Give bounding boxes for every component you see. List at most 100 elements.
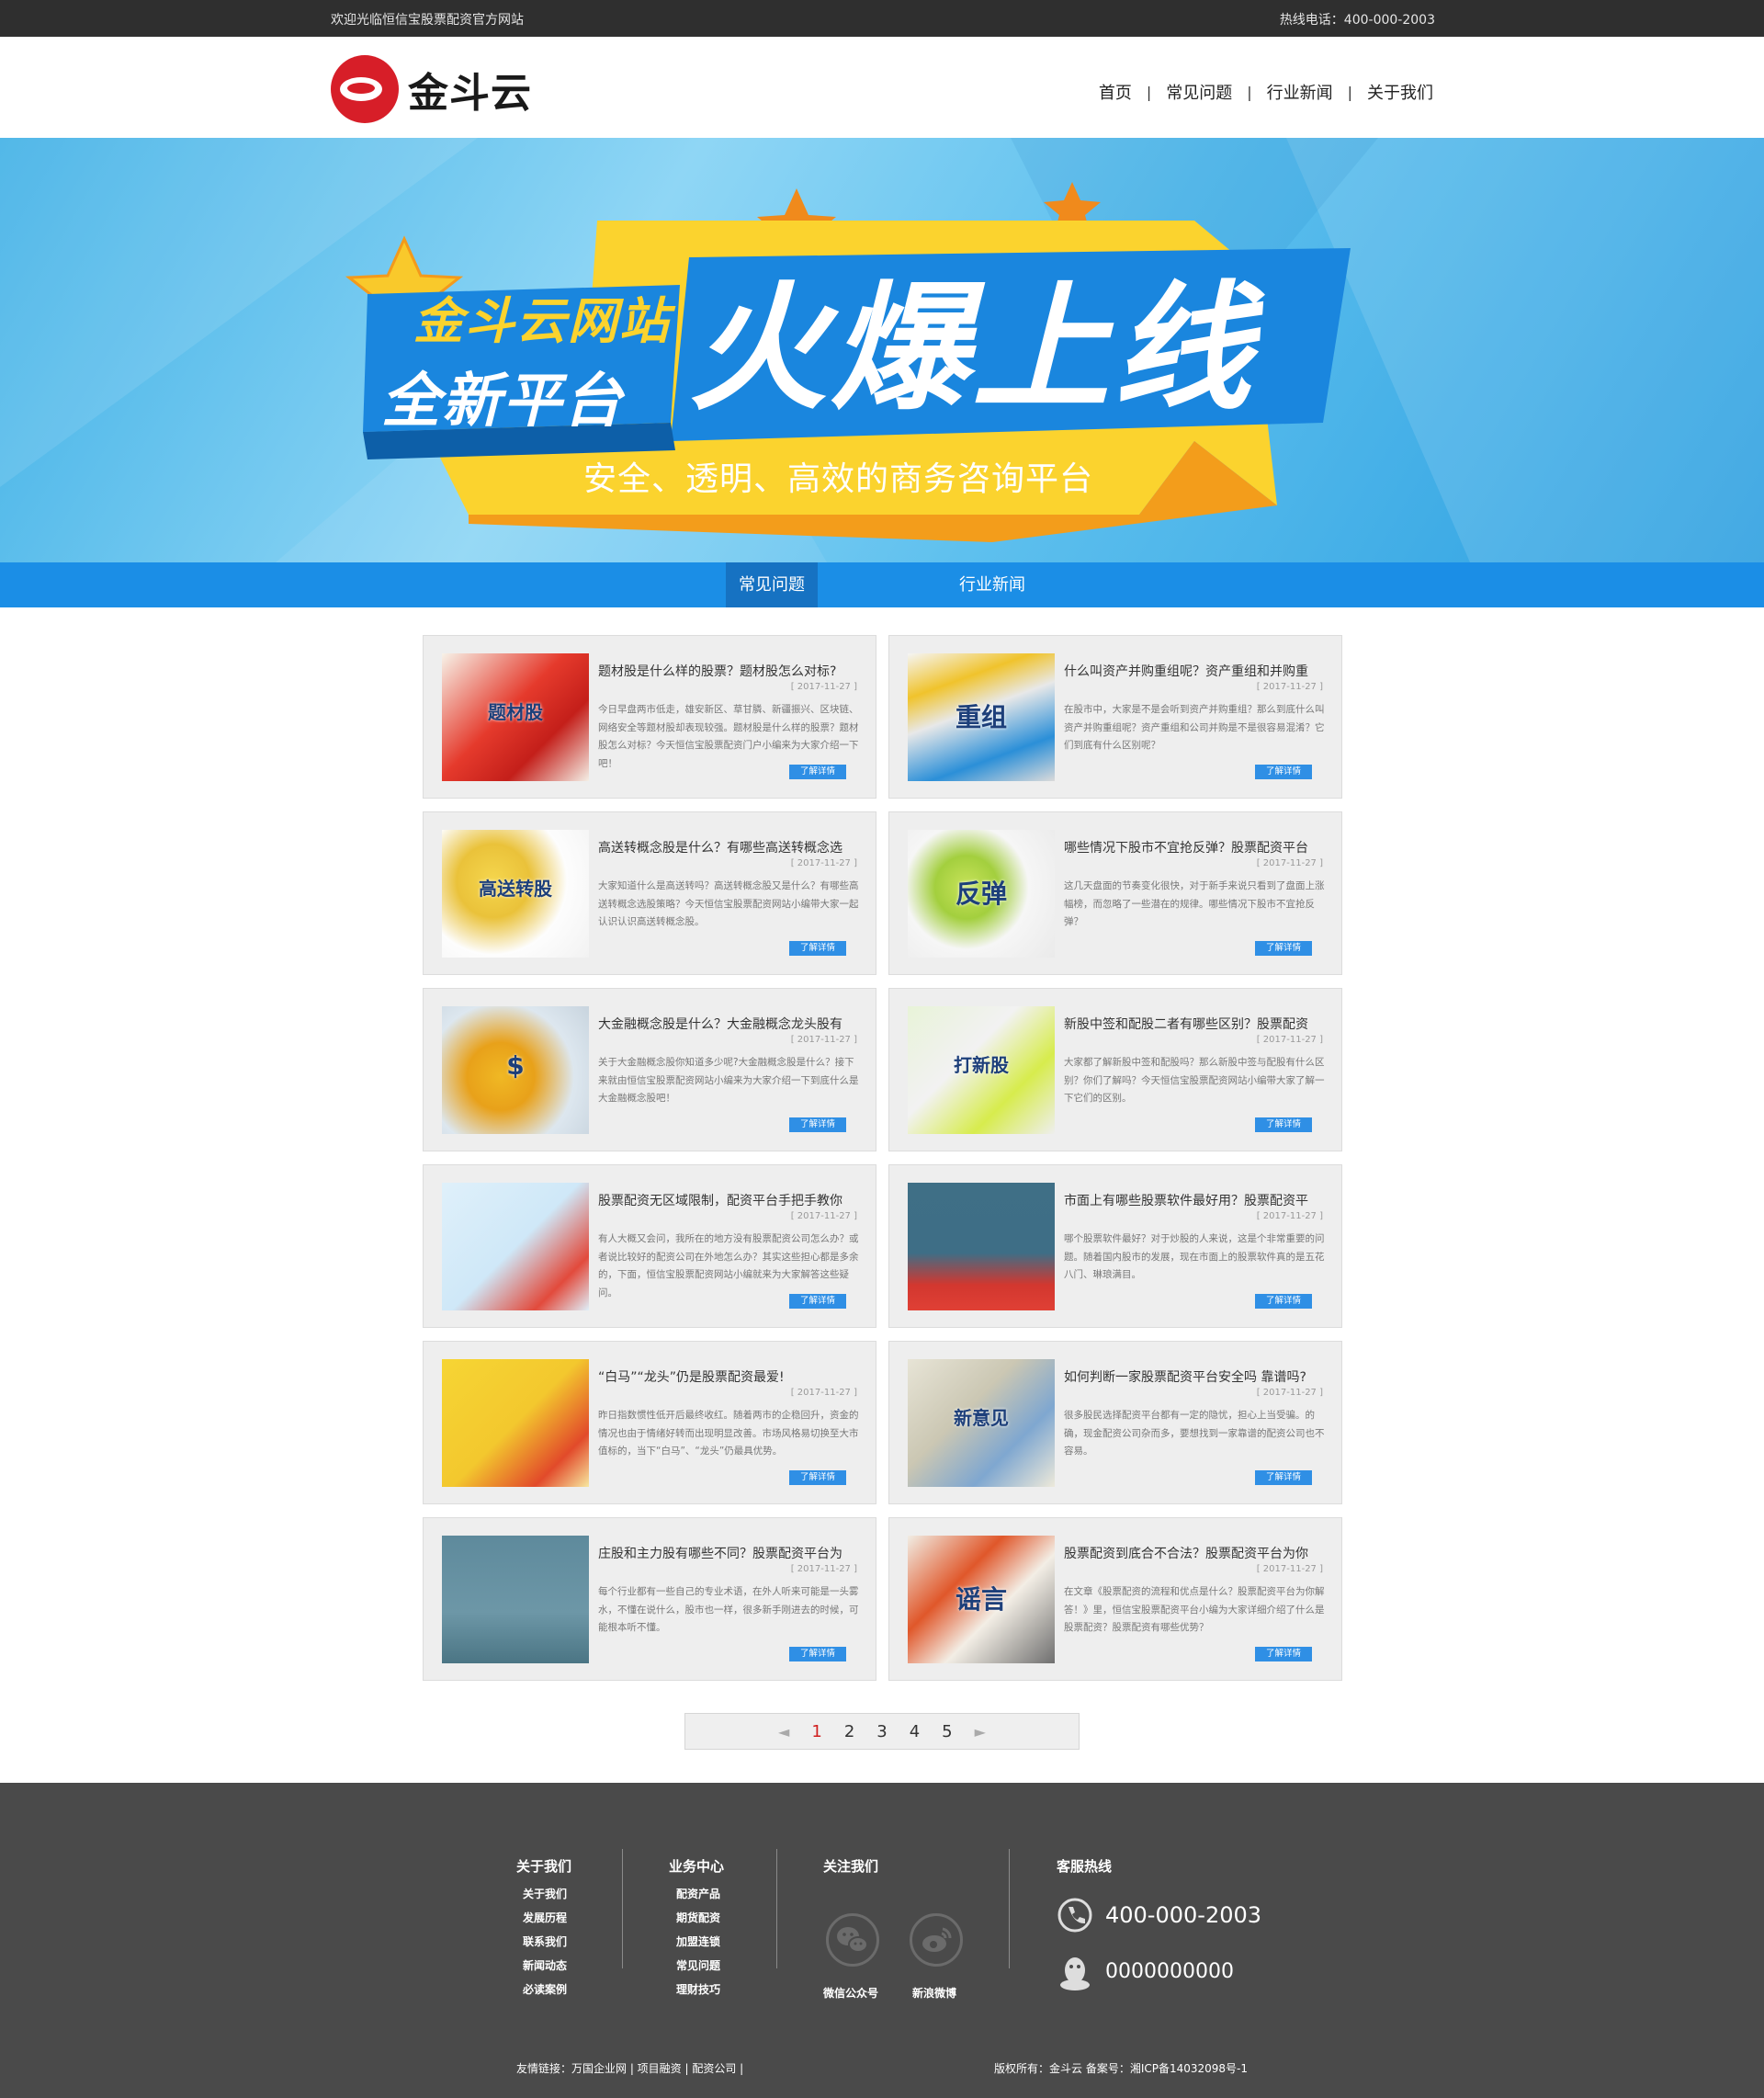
footer-link[interactable]: 理财技巧	[676, 1981, 720, 1997]
read-more-button[interactable]: 了解详情	[1255, 1117, 1312, 1132]
footer-link[interactable]: 期货配资	[676, 1910, 720, 1925]
article-summary: 有人大概又会问，我所在的地方没有股票配资公司怎么办？或者说比较好的配资公司在外地…	[598, 1233, 859, 1298]
read-more-button[interactable]: 了解详情	[1255, 1294, 1312, 1309]
article-date: [ 2017-11-27 ]	[790, 1211, 857, 1221]
article-card[interactable]: “白马”“龙头”仍是股票配资最爱! [ 2017-11-27 ] 昨日指数惯性低开后…	[423, 1341, 876, 1504]
weibo-label[interactable]: 新浪微博	[912, 1985, 956, 2001]
nav-faq[interactable]: 常见问题	[1166, 80, 1232, 104]
article-thumbnail[interactable]: 打新股	[908, 1006, 1055, 1134]
prev-page-button[interactable]: ◄	[778, 1723, 789, 1741]
banner-line1: 金斗云网站	[413, 292, 671, 350]
nav-home[interactable]: 首页	[1099, 80, 1132, 104]
page-link[interactable]: 3	[876, 1722, 887, 1741]
service-phone: 400-000-2003	[1105, 1902, 1262, 1928]
footer-link[interactable]: 新闻动态	[523, 1957, 567, 1973]
article-title[interactable]: 股票配资到底合不合法？股票配资平台为你	[1064, 1544, 1330, 1562]
article-card[interactable]: 市面上有哪些股票软件最好用？股票配资平 [ 2017-11-27 ] 哪个股票软件最…	[888, 1164, 1342, 1328]
site-logo[interactable]: 金斗云	[331, 55, 532, 123]
read-more-button[interactable]: 了解详情	[789, 765, 846, 779]
article-title[interactable]: 新股中签和配股二者有哪些区别？股票配资	[1064, 1015, 1330, 1033]
footer-about-title: 关于我们	[516, 1858, 572, 1875]
footer-divider	[622, 1849, 623, 1968]
read-more-button[interactable]: 了解详情	[789, 941, 846, 956]
article-card[interactable]: 谣言 股票配资到底合不合法？股票配资平台为你 [ 2017-11-27 ] 在文章《股…	[888, 1517, 1342, 1681]
article-title[interactable]: 哪些情况下股市不宜抢反弹？股票配资平台	[1064, 838, 1330, 856]
article-thumbnail[interactable]: 高送转股	[442, 830, 589, 958]
footer-link[interactable]: 常见问题	[676, 1957, 720, 1973]
weibo-icon[interactable]	[910, 1913, 963, 1967]
article-title[interactable]: “白马”“龙头”仍是股票配资最爱!	[598, 1367, 865, 1386]
article-title[interactable]: 如何判断一家股票配资平台安全吗 靠谱吗?	[1064, 1367, 1330, 1386]
article-thumbnail[interactable]: 新意见	[908, 1359, 1055, 1487]
article-title[interactable]: 股票配资无区域限制，配资平台手把手教你	[598, 1191, 865, 1209]
footer-link[interactable]: 必读案例	[523, 1981, 567, 1997]
read-more-button[interactable]: 了解详情	[789, 1647, 846, 1661]
qq-icon	[1060, 1957, 1090, 1990]
phone-icon	[1057, 1898, 1092, 1933]
footer-divider	[1009, 1849, 1010, 1968]
nav-about[interactable]: 关于我们	[1367, 80, 1433, 104]
page-link-current[interactable]: 1	[811, 1722, 821, 1741]
tab-faq[interactable]: 常见问题	[726, 562, 818, 607]
article-card[interactable]: 股票配资无区域限制，配资平台手把手教你 [ 2017-11-27 ] 有人大概又会问…	[423, 1164, 876, 1328]
hero-banner[interactable]: 金斗云网站 全新平台 火爆上线 安全、透明、高效的商务咨询平台	[0, 138, 1764, 562]
article-card[interactable]: 打新股 新股中签和配股二者有哪些区别？股票配资 [ 2017-11-27 ] 大家都了…	[888, 988, 1342, 1151]
article-summary: 每个行业都有一些自己的专业术语，在外人听来可能是一头雾水，不懂在说什么，股市也一…	[598, 1586, 859, 1633]
article-card[interactable]: 反弹 哪些情况下股市不宜抢反弹？股票配资平台 [ 2017-11-27 ] 这几天盘面…	[888, 811, 1342, 975]
article-thumbnail[interactable]	[442, 1536, 589, 1663]
read-more-button[interactable]: 了解详情	[789, 1294, 846, 1309]
article-card[interactable]: 新意见 如何判断一家股票配资平台安全吗 靠谱吗? [ 2017-11-27 ] 很多股…	[888, 1341, 1342, 1504]
next-page-button[interactable]: ►	[975, 1723, 986, 1741]
article-summary: 这几天盘面的节奏变化很快，对于新手来说只看到了盘面上涨幅榜，而忽略了一些潜在的规…	[1064, 880, 1325, 927]
footer-link[interactable]: 关于我们	[523, 1886, 567, 1901]
logo-text: 金斗云	[408, 70, 532, 117]
article-thumbnail[interactable]: $	[442, 1006, 589, 1134]
page-link[interactable]: 5	[942, 1722, 952, 1741]
thumbnail-caption: 谣言	[955, 1584, 1007, 1615]
friend-links[interactable]: 友情链接：万国企业网 | 项目融资 | 配资公司 |	[516, 2060, 743, 2076]
article-summary: 在股市中，大家是不是会听到资产并购重组？那么到底什么叫资产并购重组呢？资产重组和…	[1064, 704, 1325, 751]
read-more-button[interactable]: 了解详情	[1255, 1647, 1312, 1661]
article-thumbnail[interactable]	[442, 1359, 589, 1487]
footer-link[interactable]: 发展历程	[523, 1910, 567, 1925]
article-card[interactable]: 庄股和主力股有哪些不同？股票配资平台为 [ 2017-11-27 ] 每个行业都有一…	[423, 1517, 876, 1681]
article-date: [ 2017-11-27 ]	[1256, 1388, 1323, 1398]
article-title[interactable]: 市面上有哪些股票软件最好用？股票配资平	[1064, 1191, 1330, 1209]
article-date: [ 2017-11-27 ]	[1256, 858, 1323, 868]
article-title[interactable]: 高送转概念股是什么？有哪些高送转概念选	[598, 838, 865, 856]
read-more-button[interactable]: 了解详情	[1255, 1470, 1312, 1485]
article-card[interactable]: 高送转股 高送转概念股是什么？有哪些高送转概念选 [ 2017-11-27 ] 大家知…	[423, 811, 876, 975]
page-link[interactable]: 2	[844, 1722, 854, 1741]
read-more-button[interactable]: 了解详情	[789, 1117, 846, 1132]
copyright: 版权所有：金斗云 备案号：湘ICP备14032098号-1	[994, 2062, 1249, 2075]
article-title[interactable]: 什么叫资产并购重组呢？资产重组和并购重	[1064, 662, 1330, 680]
article-card[interactable]: 题材股 题材股是什么样的股票？题材股怎么对标? [ 2017-11-27 ] 今日早盘…	[423, 635, 876, 799]
article-thumbnail[interactable]: 反弹	[908, 830, 1055, 958]
article-title[interactable]: 庄股和主力股有哪些不同？股票配资平台为	[598, 1544, 865, 1562]
article-thumbnail[interactable]: 重组	[908, 653, 1055, 781]
tab-industry-news[interactable]: 行业新闻	[946, 562, 1038, 607]
article-thumbnail[interactable]: 题材股	[442, 653, 589, 781]
article-thumbnail[interactable]: 谣言	[908, 1536, 1055, 1663]
article-date: [ 2017-11-27 ]	[1256, 682, 1323, 692]
thumbnail-caption: 打新股	[954, 1054, 1009, 1076]
read-more-button[interactable]: 了解详情	[1255, 941, 1312, 956]
wechat-label[interactable]: 微信公众号	[823, 1985, 878, 2001]
nav-industry-news[interactable]: 行业新闻	[1267, 80, 1333, 104]
read-more-button[interactable]: 了解详情	[789, 1470, 846, 1485]
main-nav: 首页 | 常见问题 | 行业新闻 | 关于我们	[1099, 80, 1433, 104]
footer-link[interactable]: 配资产品	[676, 1886, 720, 1901]
article-title[interactable]: 题材股是什么样的股票？题材股怎么对标?	[598, 662, 865, 680]
article-summary: 在文章《股票配资的流程和优点是什么？股票配资平台为你解答！》里，恒信宝股票配资平…	[1064, 1586, 1325, 1633]
article-title[interactable]: 大金融概念股是什么？大金融概念龙头股有	[598, 1015, 865, 1033]
article-card[interactable]: $ 大金融概念股是什么？大金融概念龙头股有 [ 2017-11-27 ] 关于大金融概…	[423, 988, 876, 1151]
article-thumbnail[interactable]	[442, 1183, 589, 1310]
footer-link[interactable]: 加盟连锁	[676, 1934, 720, 1949]
read-more-button[interactable]: 了解详情	[1255, 765, 1312, 779]
logo-cloud-icon	[331, 55, 399, 123]
article-card[interactable]: 重组 什么叫资产并购重组呢？资产重组和并购重 [ 2017-11-27 ] 在股市中，…	[888, 635, 1342, 799]
footer-link[interactable]: 联系我们	[523, 1934, 567, 1949]
wechat-icon[interactable]	[826, 1913, 879, 1967]
article-thumbnail[interactable]	[908, 1183, 1055, 1310]
page-link[interactable]: 4	[910, 1722, 920, 1741]
